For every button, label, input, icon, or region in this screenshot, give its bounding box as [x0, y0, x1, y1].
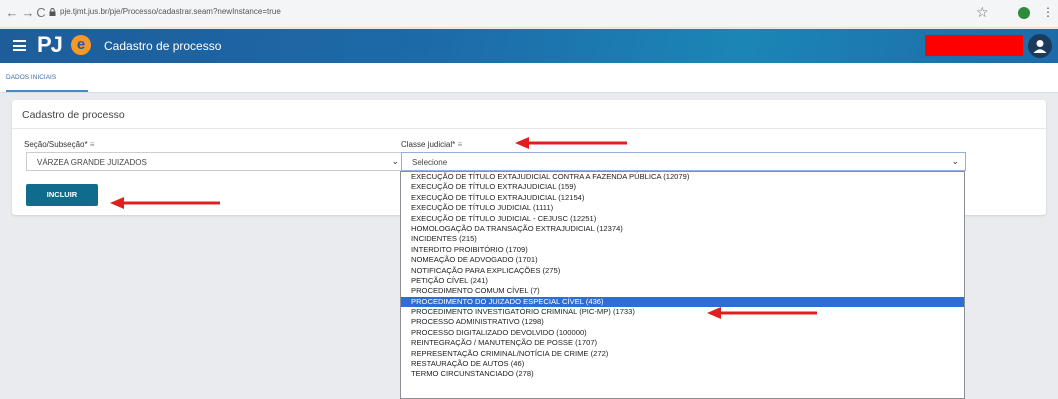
dropdown-option[interactable]: PROCEDIMENTO COMUM CÍVEL (7): [401, 286, 964, 296]
dropdown-option[interactable]: INCIDENTES (215): [401, 234, 964, 244]
address-bar[interactable]: pje.tjmt.jus.br/pje/Processo/cadastrar.s…: [60, 7, 281, 16]
classe-select[interactable]: Selecione ⌄: [401, 152, 966, 171]
dropdown-option[interactable]: EXECUÇÃO DE TÍTULO JUDICIAL (1111): [401, 203, 964, 213]
extension-icon[interactable]: [1018, 7, 1030, 19]
dropdown-option[interactable]: PROCESSO DIGITALIZADO DEVOLVIDO (100000): [401, 328, 964, 338]
classe-label: Classe judicial* ≡: [401, 140, 463, 149]
secao-label: Seção/Subseção* ≡: [24, 140, 95, 149]
lock-icon: [49, 8, 56, 16]
user-icon: [1033, 40, 1047, 53]
hamburger-menu-icon[interactable]: [13, 40, 26, 51]
dropdown-option-highlighted[interactable]: PROCEDIMENTO DO JUIZADO ESPECIAL CÍVEL (…: [401, 296, 964, 308]
pje-logo[interactable]: PJ: [37, 32, 63, 58]
pje-logo-e: e: [71, 35, 91, 55]
dropdown-option[interactable]: REINTEGRAÇÃO / MANUTENÇÃO DE POSSE (1707…: [401, 338, 964, 348]
dropdown-option[interactable]: TERMO CIRCUNSTANCIADO (278): [401, 369, 964, 379]
browser-toolbar: ← → C pje.tjmt.jus.br/pje/Processo/cadas…: [0, 0, 1058, 28]
menu-kebab-icon[interactable]: ⋮: [1042, 5, 1054, 19]
dropdown-option[interactable]: NOMEAÇÃO DE ADVOGADO (1701): [401, 255, 964, 265]
user-avatar[interactable]: [1028, 34, 1052, 58]
classe-dropdown-list[interactable]: EXECUÇÃO DE TÍTULO EXTAJUDICIAL CONTRA A…: [400, 171, 965, 399]
dropdown-option[interactable]: PROCESSO ADMINISTRATIVO (1298): [401, 317, 964, 327]
tab-dados-iniciais[interactable]: DADOS INICIAIS: [6, 74, 56, 81]
annotation-arrow-incluir: [110, 197, 220, 209]
chevron-down-icon: ⌄: [951, 156, 959, 166]
bookmark-star-icon[interactable]: ☆: [976, 4, 989, 21]
annotation-arrow-classe: [515, 137, 627, 149]
page-title: Cadastro de processo: [104, 39, 222, 53]
dropdown-option[interactable]: PROCEDIMENTO INVESTIGATÓRIO CRIMINAL (PI…: [401, 307, 964, 317]
redacted-user-name: [925, 35, 1023, 56]
screen: ← → C pje.tjmt.jus.br/pje/Processo/cadas…: [0, 0, 1058, 399]
tab-strip: DADOS INICIAIS: [0, 63, 1058, 93]
secao-select[interactable]: VÁRZEA GRANDE JUIZADOS ⌄: [26, 152, 406, 171]
dropdown-option[interactable]: INTERDITO PROIBITÓRIO (1709): [401, 245, 964, 255]
dropdown-option[interactable]: NOTIFICAÇÃO PARA EXPLICAÇÕES (275): [401, 266, 964, 276]
reload-icon[interactable]: C: [33, 5, 49, 21]
dropdown-option[interactable]: HOMOLOGAÇÃO DA TRANSAÇÃO EXTRAJUDICIAL (…: [401, 224, 964, 234]
dropdown-option[interactable]: RESTAURAÇÃO DE AUTOS (46): [401, 359, 964, 369]
divider: [12, 128, 1046, 129]
back-icon[interactable]: ←: [4, 5, 20, 21]
chevron-down-icon: ⌄: [391, 156, 399, 166]
tab-active-indicator: [6, 90, 88, 92]
dropdown-option[interactable]: REPRESENTAÇÃO CRIMINAL/NOTÍCIA DE CRIME …: [401, 349, 964, 359]
secao-selected-value: VÁRZEA GRANDE JUIZADOS: [37, 158, 147, 167]
panel-title: Cadastro de processo: [22, 109, 125, 121]
dropdown-option[interactable]: EXECUÇÃO DE TÍTULO EXTRAJUDICIAL (12154): [401, 193, 964, 203]
classe-selected-value: Selecione: [412, 158, 448, 167]
app-header: PJ e Cadastro de processo: [0, 29, 1058, 63]
dropdown-option[interactable]: EXECUÇÃO DE TÍTULO JUDICIAL - CEJUSC (12…: [401, 214, 964, 224]
incluir-button[interactable]: INCLUIR: [26, 184, 98, 206]
dropdown-option[interactable]: PETIÇÃO CÍVEL (241): [401, 276, 964, 286]
annotation-arrow-option: [707, 307, 817, 319]
dropdown-option[interactable]: EXECUÇÃO DE TÍTULO EXTRAJUDICIAL (159): [401, 182, 964, 192]
dropdown-option[interactable]: EXECUÇÃO DE TÍTULO EXTAJUDICIAL CONTRA A…: [401, 172, 964, 182]
